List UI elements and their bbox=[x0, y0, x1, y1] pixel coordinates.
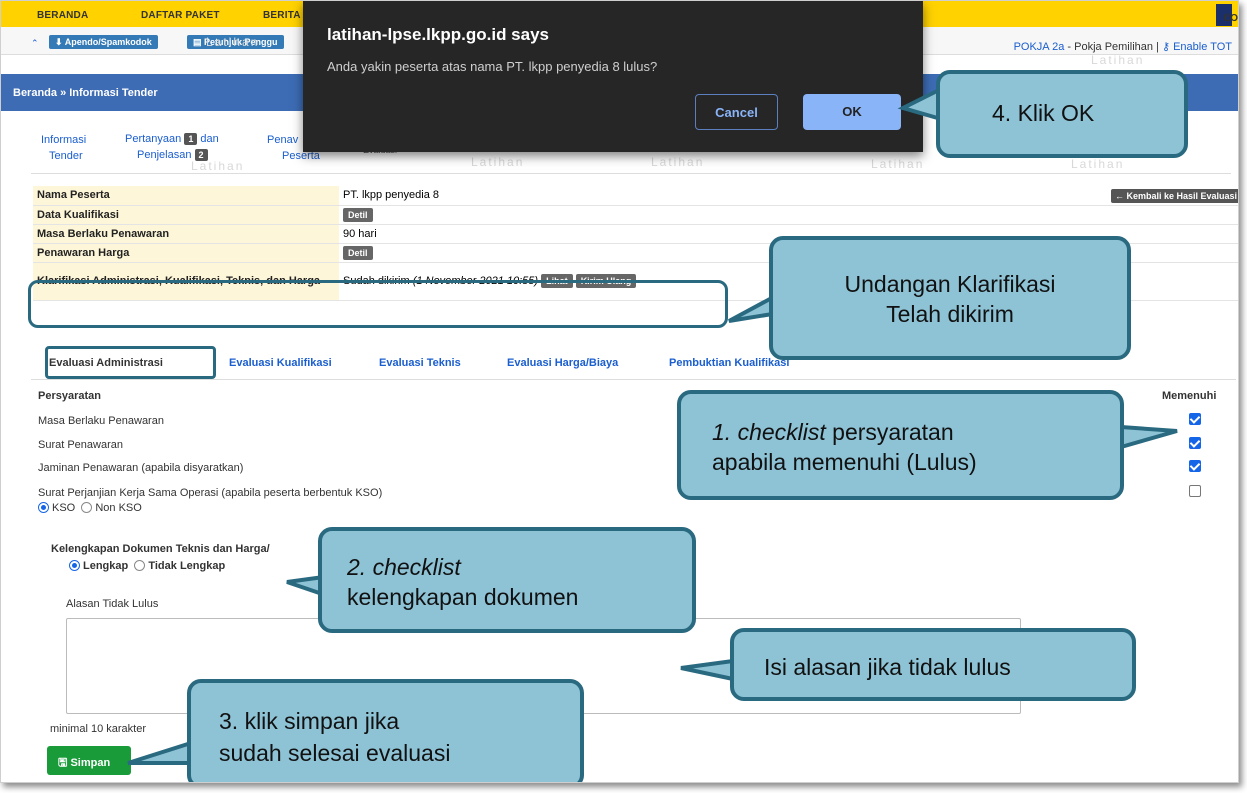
callout-text: 2. checklist bbox=[347, 554, 461, 580]
callout-klik-simpan: 3. klik simpan jika sudah selesai evaluas… bbox=[187, 679, 584, 782]
callout-text: Undangan Klarifikasi bbox=[844, 271, 1056, 297]
callout-text: 4. Klik OK bbox=[992, 100, 1095, 126]
callout-checklist-persyaratan: 1. checklist persyaratan apabila memenuhi… bbox=[677, 390, 1124, 500]
pointer bbox=[127, 740, 193, 765]
callout-text: sudah selesai evaluasi bbox=[219, 740, 451, 766]
callout-text: Isi alasan jika tidak lulus bbox=[764, 654, 1011, 680]
callout-text: 1. checklist bbox=[712, 419, 826, 445]
callout-text: kelengkapan dokumen bbox=[347, 584, 579, 610]
pointer bbox=[680, 658, 735, 682]
browser-page: BERANDA DAFTAR PAKET BERITA ⏻ LOGOUT ⌃ ⬇… bbox=[0, 0, 1239, 783]
callout-checklist-kelengkapan: 2. checklist kelengkapan dokumen bbox=[318, 527, 696, 633]
callout-text-line1: 2. checklist bbox=[347, 552, 692, 582]
callout-text: 3. klik simpan jika bbox=[219, 708, 400, 734]
callout-text: apabila memenuhi (Lulus) bbox=[712, 449, 977, 475]
callout-isi-alasan: Isi alasan jika tidak lulus bbox=[730, 628, 1136, 701]
pointer bbox=[1119, 424, 1178, 450]
callout-text: Telah dikirim bbox=[886, 301, 1014, 327]
callout-undangan: Undangan Klarifikasi Telah dikirim bbox=[769, 236, 1131, 360]
callout-text-line1: 1. checklist persyaratan bbox=[712, 417, 1120, 447]
callout-text: persyaratan bbox=[825, 419, 954, 445]
callout-klik-ok: 4. Klik OK bbox=[936, 70, 1188, 158]
